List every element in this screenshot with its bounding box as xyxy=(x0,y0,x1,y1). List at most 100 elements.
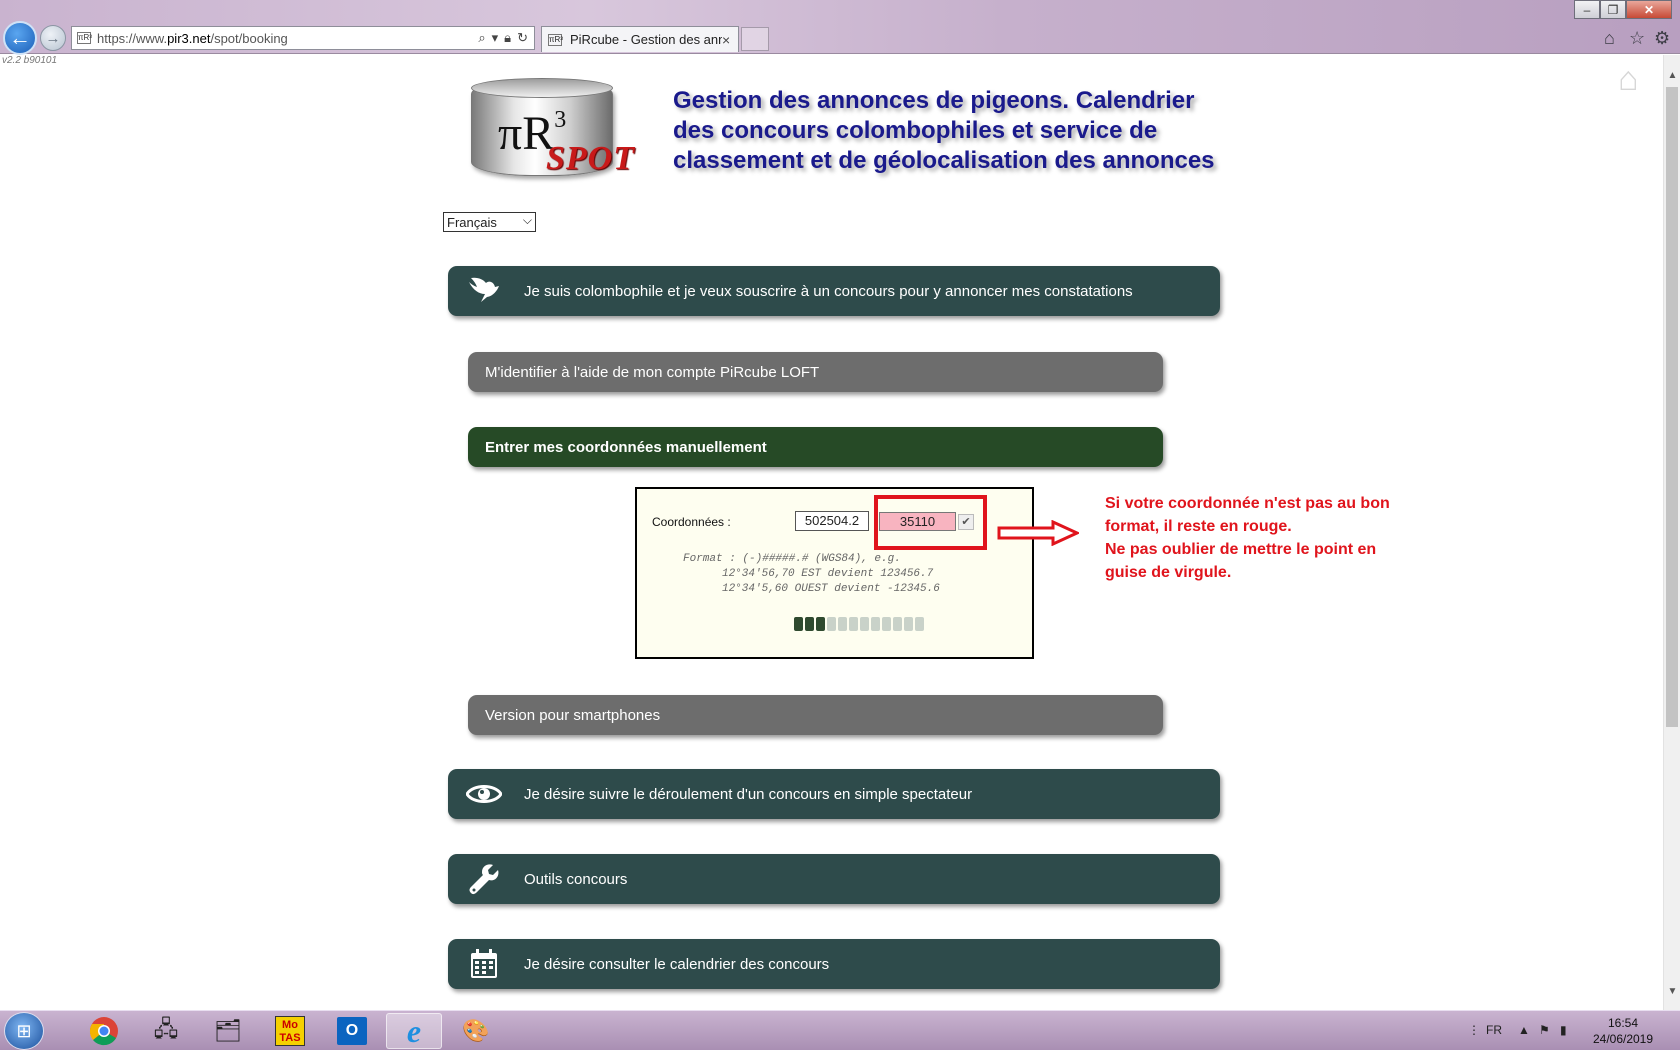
annotation-line: Ne pas oublier de mettre le point en xyxy=(1105,541,1377,558)
annotation-line: guise de virgule. xyxy=(1105,564,1232,581)
smartphone-version-button[interactable]: Version pour smartphones xyxy=(468,695,1163,735)
coordinates-label: Coordonnées : xyxy=(652,515,731,529)
progress-segment xyxy=(882,617,891,631)
close-tab-icon[interactable]: × xyxy=(722,32,738,48)
taskbar: ⊞ 🖧 🗂 Mo TAS O e 🎨 ⋮ FR ▲ ⚑ ▮ 16:54 24/0… xyxy=(0,1010,1680,1050)
loft-login-button[interactable]: M'identifier à l'aide de mon compte PiRc… xyxy=(468,352,1163,392)
network-app-icon[interactable]: 🖧 xyxy=(138,1013,194,1049)
clock-date: 24/06/2019 xyxy=(1592,1032,1654,1046)
home-icon[interactable]: ⌂ xyxy=(1618,60,1639,99)
progress-segment xyxy=(915,617,924,631)
progress-segment xyxy=(805,617,814,631)
calendar-icon xyxy=(466,946,502,982)
manual-coords-button[interactable]: Entrer mes coordonnées manuellement xyxy=(468,427,1163,467)
settings-gear-icon[interactable]: ⚙ xyxy=(1654,28,1670,49)
annotation-line: format, il reste en rouge. xyxy=(1105,518,1292,535)
spectator-button[interactable]: Je désire suivre le déroulement d'un con… xyxy=(448,769,1220,819)
logo-cylinder-top xyxy=(471,78,613,98)
scroll-thumb[interactable] xyxy=(1666,87,1678,727)
arrow-right-icon xyxy=(997,520,1079,546)
ie-logo-icon: e xyxy=(406,1012,422,1049)
progress-indicator xyxy=(794,617,924,631)
clock-time: 16:54 xyxy=(1607,1016,1639,1030)
progress-segment xyxy=(849,617,858,631)
tray-language[interactable]: FR xyxy=(1486,1023,1502,1037)
progress-segment xyxy=(794,617,803,631)
site-favicon-icon: πR³ xyxy=(77,32,92,44)
scroll-up-icon[interactable]: ▲ xyxy=(1664,67,1680,84)
outlook-app-icon[interactable]: O xyxy=(324,1013,380,1049)
paint-app-icon[interactable]: 🎨 xyxy=(448,1013,504,1049)
format-hint-line2: 12°34'56,70 EST devient 123456.7 xyxy=(722,568,934,580)
tray-grip-icon: ⋮ xyxy=(1468,1023,1480,1037)
colombophile-button[interactable]: Je suis colombophile et je veux souscrir… xyxy=(448,266,1220,316)
taskbar-clock[interactable]: 16:54 24/06/2019 xyxy=(1588,1015,1658,1047)
coordinates-panel: Coordonnées : 502504.2 35110 ✔ Format : … xyxy=(635,487,1034,659)
progress-segment xyxy=(838,617,847,631)
wrench-icon xyxy=(466,861,502,897)
forward-button[interactable]: → xyxy=(40,25,66,51)
page-title: Gestion des annonces de pigeons. Calendr… xyxy=(673,87,1215,174)
favorites-star-icon[interactable]: ☆ xyxy=(1629,28,1645,49)
progress-segment xyxy=(827,617,836,631)
tab-pircube[interactable]: πR³ PiRcube - Gestion des anno... × xyxy=(541,26,739,52)
calendar-label: Je désire consulter le calendrier des co… xyxy=(524,955,830,973)
home-icon[interactable]: ⌂ xyxy=(1604,28,1615,49)
progress-segment xyxy=(816,617,825,631)
back-button[interactable]: ← xyxy=(3,21,37,55)
annotation-note: Si votre coordonnée n'est pas au bon for… xyxy=(1105,492,1445,584)
url-text: https://www.pir3.net/spot/booking xyxy=(97,30,288,46)
colombophile-label: Je suis colombophile et je veux souscrir… xyxy=(524,282,1133,300)
coordinate-x-input[interactable]: 502504.2 xyxy=(795,511,869,531)
format-hint-line3: 12°34'5,60 OUEST devient -12345.6 xyxy=(722,583,940,595)
spectator-label: Je désire suivre le déroulement d'un con… xyxy=(524,785,973,803)
eye-icon xyxy=(466,776,502,812)
validate-check-button[interactable]: ✔ xyxy=(958,514,974,530)
dropdown-icon[interactable]: ▾ xyxy=(492,30,499,46)
arrow-left-icon: ← xyxy=(9,25,31,50)
battery-icon[interactable]: ▮ xyxy=(1560,1023,1567,1037)
language-select[interactable]: Français ⌵ xyxy=(443,212,536,232)
internet-explorer-app-icon[interactable]: e xyxy=(386,1013,442,1049)
format-hint-line1: Format : (-)#####.# (WGS84), e.g. xyxy=(683,553,901,565)
outlook-logo-icon: O xyxy=(337,1017,367,1045)
file-explorer-icon[interactable]: 🗂 xyxy=(200,1013,256,1049)
version-label: v2.2 b90101 xyxy=(2,55,58,66)
page-scrollbar[interactable]: ▲ ▼ xyxy=(1663,55,1680,1010)
address-bar[interactable]: πR³ https://www.pir3.net/spot/booking ⌕ … xyxy=(71,26,535,50)
maximize-button[interactable]: ❐ xyxy=(1600,0,1626,19)
lock-icon[interactable]: 🔒︎ xyxy=(504,30,511,46)
browser-chrome: ← → πR³ https://www.pir3.net/spot/bookin… xyxy=(0,0,1680,55)
progress-segment xyxy=(904,617,913,631)
start-button[interactable]: ⊞ xyxy=(4,1012,44,1050)
annotation-line: Si votre coordonnée n'est pas au bon xyxy=(1105,495,1390,512)
new-tab-button[interactable] xyxy=(741,27,769,51)
refresh-icon[interactable]: ↻ xyxy=(517,30,528,46)
pircube-spot-logo: πR3 SPOT xyxy=(468,76,644,180)
close-window-button[interactable]: ✕ xyxy=(1626,0,1672,19)
motas-app-icon[interactable]: Mo TAS xyxy=(262,1013,318,1049)
action-center-flag-icon[interactable]: ⚑ xyxy=(1539,1023,1550,1037)
windows-logo-icon: ⊞ xyxy=(16,1020,32,1041)
language-selected: Français xyxy=(447,214,497,230)
tray-expand-icon[interactable]: ▲ xyxy=(1518,1023,1530,1037)
manual-coords-label: Entrer mes coordonnées manuellement xyxy=(485,438,767,456)
chevron-down-icon: ⌵ xyxy=(522,213,532,227)
progress-segment xyxy=(871,617,880,631)
calendar-button[interactable]: Je désire consulter le calendrier des co… xyxy=(448,939,1220,989)
minimize-button[interactable]: – xyxy=(1574,0,1600,19)
tools-button[interactable]: Outils concours xyxy=(448,854,1220,904)
search-icon[interactable]: ⌕ xyxy=(478,30,485,46)
logo-spot-text: SPOT xyxy=(546,140,635,177)
dove-icon xyxy=(466,273,502,309)
tab-favicon-icon: πR³ xyxy=(548,33,563,46)
chrome-app-icon[interactable] xyxy=(76,1013,132,1049)
smartphone-version-label: Version pour smartphones xyxy=(485,706,661,724)
loft-login-label: M'identifier à l'aide de mon compte PiRc… xyxy=(485,363,820,381)
scroll-down-icon[interactable]: ▼ xyxy=(1664,983,1680,1000)
progress-segment xyxy=(860,617,869,631)
coordinate-y-input[interactable]: 35110 xyxy=(879,512,956,531)
arrow-right-icon: → xyxy=(45,29,61,47)
tab-title: PiRcube - Gestion des anno... xyxy=(570,32,722,47)
motas-label: Mo TAS xyxy=(275,1016,305,1046)
